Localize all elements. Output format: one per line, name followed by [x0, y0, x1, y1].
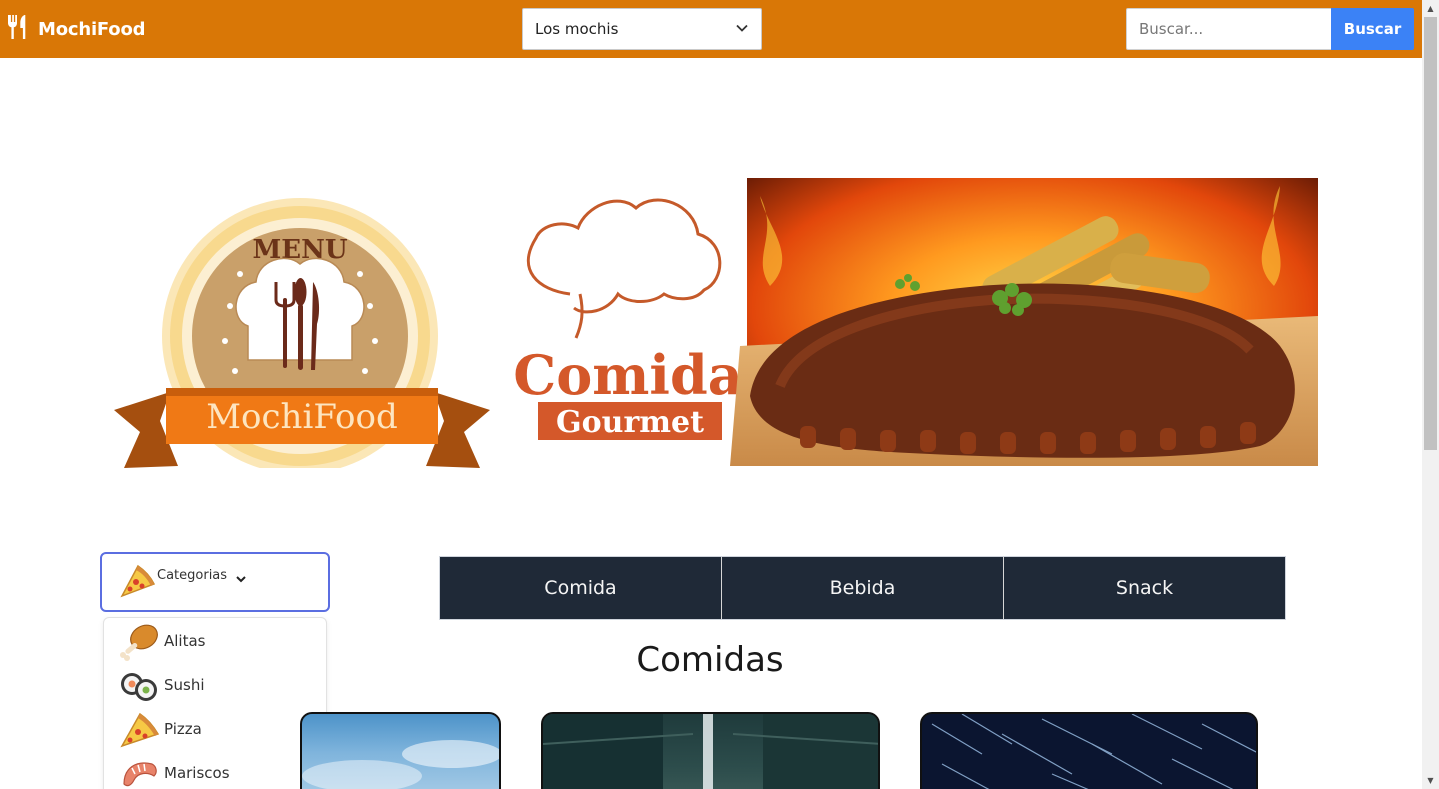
category-item-label: Mariscos: [164, 764, 230, 782]
badge-ribbon-text: MochiFood: [206, 397, 398, 437]
card-image: [931, 714, 1256, 789]
page-scrollbar[interactable]: ▲ ▼: [1422, 0, 1439, 789]
category-item-label: Pizza: [164, 720, 202, 738]
logo-subtitle-text: Gourmet: [556, 405, 704, 440]
category-item-label: Alitas: [164, 632, 206, 650]
pizza-icon: [118, 710, 160, 754]
search-button[interactable]: Buscar: [1331, 8, 1414, 50]
shrimp-icon: [118, 754, 160, 789]
brand-link[interactable]: MochiFood: [6, 14, 146, 44]
card-image: [302, 740, 499, 789]
comida-gourmet-logo: Comida Gourmet: [513, 198, 743, 440]
chevron-down-icon: [735, 21, 749, 39]
category-item-alitas[interactable]: Alitas: [104, 620, 328, 664]
utensils-icon: [6, 14, 28, 44]
scroll-down-arrow-icon[interactable]: ▼: [1422, 772, 1439, 789]
city-select-value: Los mochis: [535, 20, 619, 38]
category-item-pizza[interactable]: Pizza: [104, 708, 328, 752]
tab-comida[interactable]: Comida: [440, 557, 722, 619]
brand-name: MochiFood: [38, 18, 146, 40]
category-item-label: Sushi: [164, 676, 205, 694]
chevron-down-icon: [235, 570, 247, 589]
categories-dropdown-menu: Alitas Sushi Pizza Mariscos: [103, 617, 327, 789]
food-card[interactable]: [920, 712, 1258, 789]
categories-dropdown-label: Categorias: [157, 568, 228, 583]
pizza-icon: [118, 562, 156, 604]
category-item-mariscos[interactable]: Mariscos: [104, 752, 328, 789]
categories-dropdown-button[interactable]: Categorias: [100, 552, 330, 612]
scroll-up-arrow-icon[interactable]: ▲: [1422, 0, 1439, 17]
category-item-sushi[interactable]: Sushi: [104, 664, 328, 708]
logo-title-text: Comida: [513, 343, 742, 407]
food-type-tabs: Comida Bebida Snack: [439, 556, 1286, 620]
sushi-icon: [118, 666, 160, 710]
search-input[interactable]: [1126, 8, 1332, 50]
badge-menu-text: MENU: [252, 235, 347, 265]
food-card[interactable]: [300, 712, 501, 789]
tab-snack[interactable]: Snack: [1004, 557, 1285, 619]
scrollbar-thumb[interactable]: [1424, 17, 1437, 450]
tab-bebida[interactable]: Bebida: [722, 557, 1004, 619]
chicken-leg-icon: [118, 622, 160, 666]
menu-badge-logo: MENU MochiFood: [114, 198, 490, 474]
top-navbar: MochiFood Los mochis Buscar: [0, 0, 1422, 58]
hero-banner: MENU MochiFood Comida Gourmet: [100, 176, 1318, 474]
ribs-food-image: [730, 178, 1318, 466]
food-card[interactable]: [541, 712, 880, 789]
city-select[interactable]: Los mochis: [522, 8, 762, 50]
section-title: Comidas: [636, 640, 784, 680]
card-image: [543, 714, 878, 789]
